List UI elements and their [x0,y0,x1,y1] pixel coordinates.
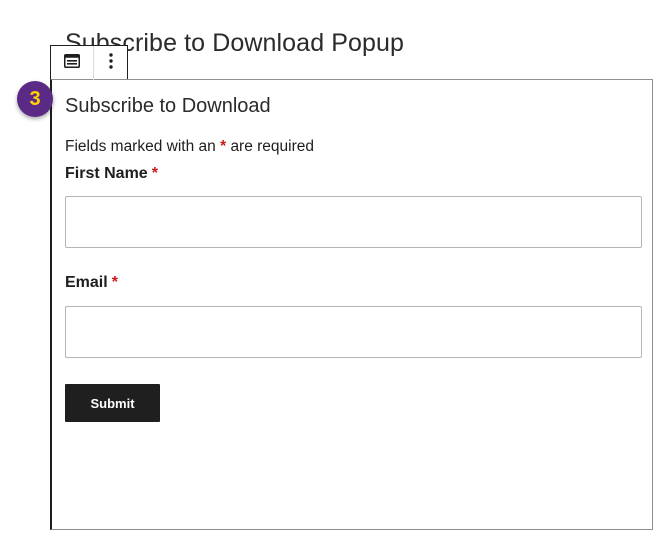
required-note-prefix: Fields marked with an [65,138,216,155]
first-name-label: First Name * [65,164,158,183]
first-name-label-text: First Name [65,165,148,182]
required-star: * [220,138,227,155]
first-name-input[interactable] [65,196,642,248]
submit-button[interactable]: Submit [65,384,160,422]
vertical-ellipsis-icon [109,52,113,75]
block-toolbar [50,45,128,80]
required-fields-note: Fields marked with an * are required [65,138,314,156]
more-options-button[interactable] [94,46,127,80]
email-input[interactable] [65,306,642,358]
block-type-button[interactable] [51,46,95,80]
form-block-icon [64,53,81,73]
step-number-badge: 3 [17,81,53,117]
required-star: * [151,165,158,182]
required-note-suffix: are required [230,138,315,155]
email-label: Email * [65,273,118,292]
email-label-text: Email [65,274,108,291]
step-number: 3 [29,87,41,110]
form-heading: Subscribe to Download [65,95,271,117]
required-star: * [111,274,118,291]
